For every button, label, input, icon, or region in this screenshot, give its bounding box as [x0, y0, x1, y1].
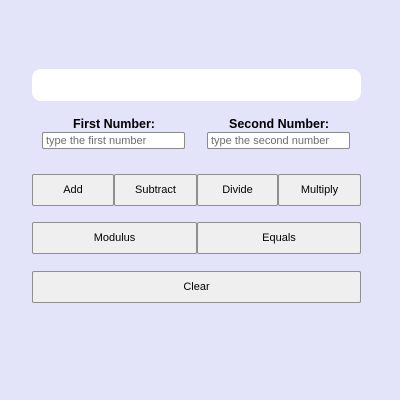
clear-button[interactable]: Clear: [32, 271, 361, 303]
second-number-group: Second Number:: [204, 117, 354, 149]
first-number-label: First Number:: [73, 117, 155, 131]
subtract-button[interactable]: Subtract: [114, 174, 197, 206]
modulus-button[interactable]: Modulus: [32, 222, 197, 254]
result-display: [32, 69, 361, 101]
first-number-input[interactable]: [42, 132, 185, 149]
first-number-group: First Number:: [39, 117, 189, 149]
second-number-label: Second Number:: [228, 117, 329, 131]
equals-button[interactable]: Equals: [197, 222, 361, 254]
calculator-app: First Number: Second Number: Add Subtrac…: [0, 0, 400, 400]
add-button[interactable]: Add: [32, 174, 114, 206]
multiply-button[interactable]: Multiply: [278, 174, 361, 206]
second-number-input[interactable]: [207, 132, 350, 149]
divide-button[interactable]: Divide: [197, 174, 278, 206]
